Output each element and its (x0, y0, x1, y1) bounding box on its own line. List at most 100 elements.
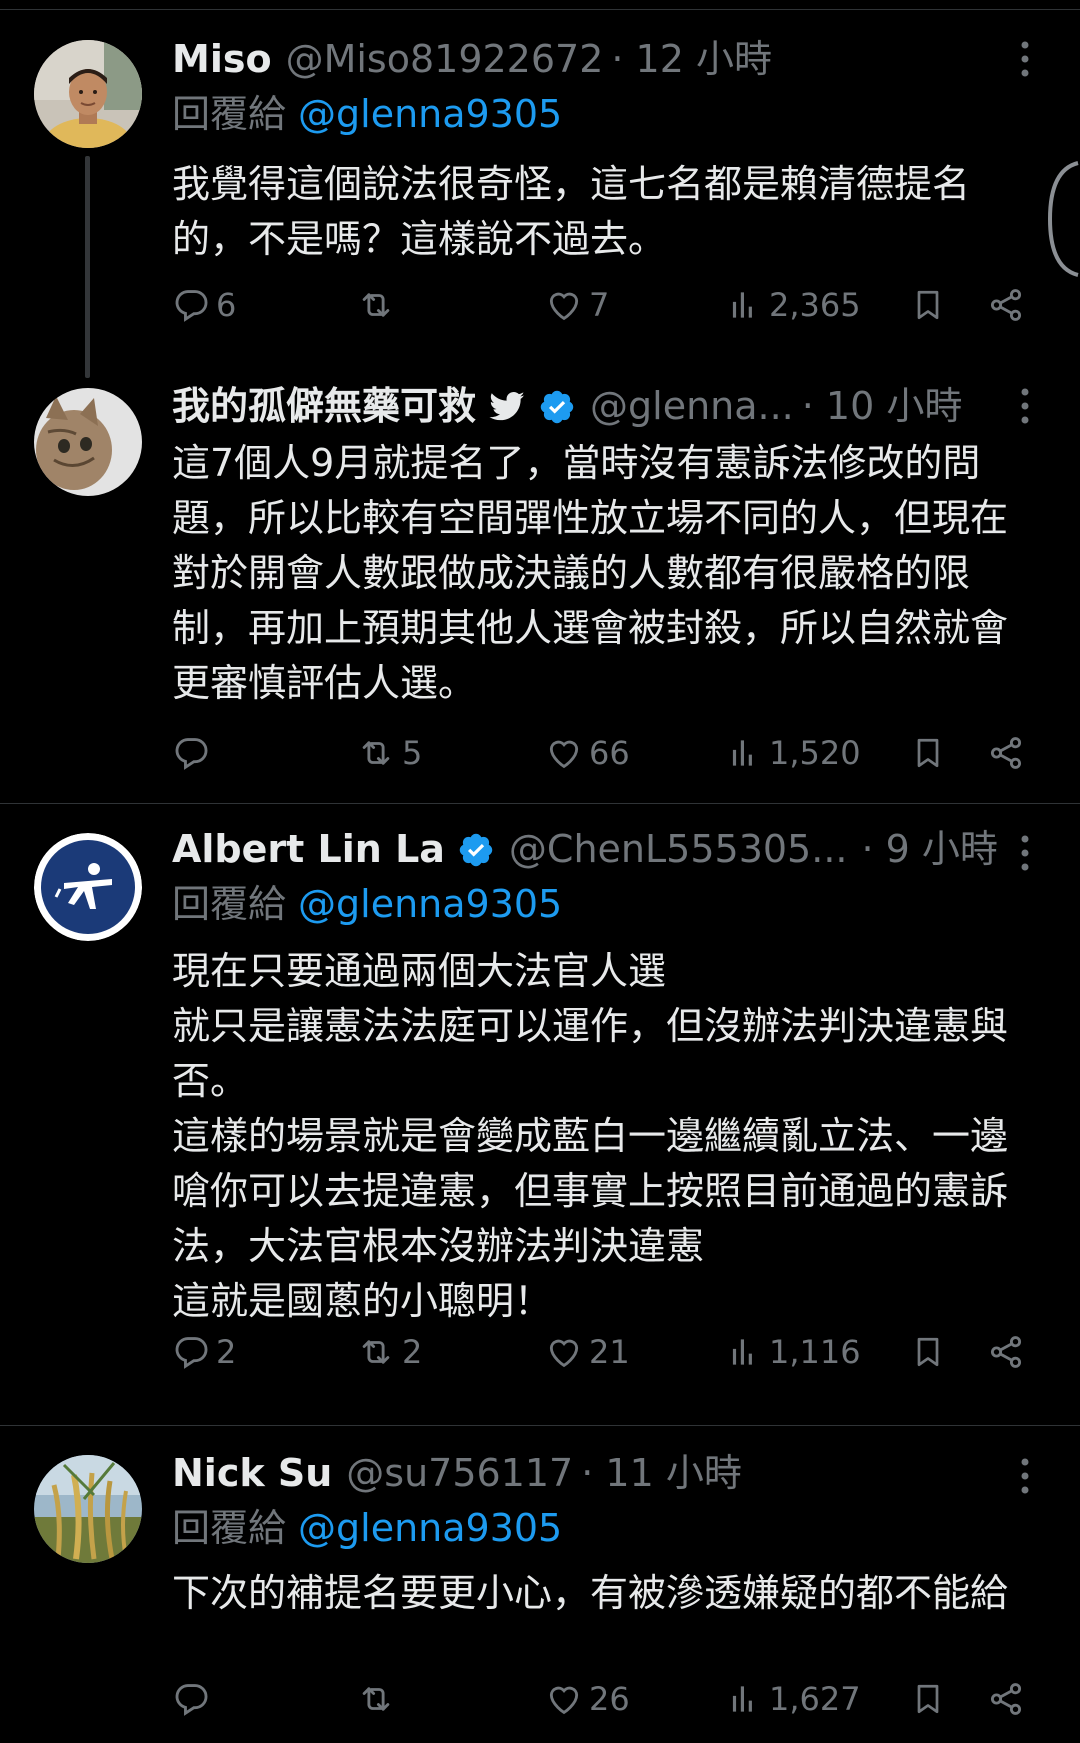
tweet-header: Nick Su @su756117 · 11 小時 (172, 1447, 742, 1499)
display-name[interactable]: 我的孤僻無藥可救 (172, 380, 476, 432)
more-icon[interactable] (1010, 33, 1040, 85)
top-divider (0, 9, 1080, 10)
timestamp[interactable]: · 9 小時 (861, 823, 997, 875)
bird-icon (488, 387, 526, 425)
bookmark-icon (910, 1679, 946, 1719)
reply-to-line: 回覆給 @glenna9305 (172, 878, 562, 930)
bookmark-icon (910, 733, 946, 773)
verified-badge-icon (538, 387, 576, 425)
heart-icon (545, 1333, 583, 1371)
reply-count: 6 (216, 286, 237, 324)
reply-to-label: 回覆給 (172, 92, 287, 136)
retweet-button[interactable] (356, 1674, 402, 1724)
retweet-button[interactable] (356, 280, 402, 330)
views-icon (725, 734, 763, 772)
tweet-action-bar: 26 1,627 (0, 1674, 1080, 1724)
bookmark-button[interactable] (910, 280, 946, 330)
timestamp[interactable]: · 12 小時 (611, 33, 772, 85)
avatar[interactable] (34, 1455, 142, 1563)
reply-icon (172, 1333, 210, 1371)
tweet-text: 我覺得這個說法很奇怪，這七名都是賴清德提名的，不是嗎？這樣說不過去。 (172, 162, 971, 261)
share-button[interactable] (987, 728, 1025, 778)
reply-to-handle[interactable]: @glenna9305 (298, 92, 562, 136)
bookmark-icon (910, 285, 946, 325)
tweet-action-bar: 5 66 1,520 (0, 728, 1080, 778)
tweet-action-bar: 2 2 21 1,116 (0, 1327, 1080, 1377)
reply-button[interactable] (172, 728, 216, 778)
views-button[interactable]: 1,627 (725, 1674, 861, 1724)
reply-count: 2 (216, 1333, 237, 1371)
more-icon[interactable] (1010, 827, 1040, 879)
views-count: 1,627 (769, 1680, 861, 1718)
timestamp[interactable]: · 10 小時 (802, 380, 963, 432)
views-count: 1,520 (769, 734, 861, 772)
retweet-icon (356, 1680, 396, 1718)
display-name[interactable]: Nick Su (172, 1447, 332, 1499)
views-count: 2,365 (769, 286, 861, 324)
share-icon (987, 1333, 1025, 1371)
views-button[interactable]: 1,116 (725, 1327, 861, 1377)
reply-button[interactable]: 6 (172, 280, 236, 330)
views-icon (725, 1680, 763, 1718)
bookmark-button[interactable] (910, 1674, 946, 1724)
heart-icon (545, 286, 583, 324)
verified-badge-icon (457, 830, 495, 868)
user-handle[interactable]: @Miso81922672 (286, 33, 604, 85)
tweet-text: 下次的補提名要更小心，有被滲透嫌疑的都不能給 (172, 1571, 1009, 1615)
tweet-text: 現在只要通過兩個大法官人選 就只是讓憲法法庭可以運作，但沒辦法判決違憲與否。 這… (172, 949, 1009, 1323)
user-handle[interactable]: @ChenL555305... (509, 823, 848, 875)
reply-to-handle[interactable]: @glenna9305 (298, 882, 562, 926)
heart-icon (545, 734, 583, 772)
avatar[interactable] (34, 40, 142, 148)
retweet-icon (356, 1333, 396, 1371)
avatar[interactable] (34, 833, 142, 941)
user-handle[interactable]: @glenna... (590, 380, 794, 432)
reply-icon (172, 734, 210, 772)
like-count: 66 (589, 734, 630, 772)
display-name[interactable]: Miso (172, 33, 272, 85)
tweet-divider (0, 1425, 1080, 1426)
tweet-header: 我的孤僻無藥可救 @glenna... · 10 小時 (172, 380, 962, 432)
more-icon[interactable] (1010, 380, 1040, 432)
share-icon (987, 1680, 1025, 1718)
share-button[interactable] (987, 1327, 1025, 1377)
timestamp[interactable]: · 11 小時 (581, 1447, 742, 1499)
user-handle[interactable]: @su756117 (346, 1447, 573, 1499)
like-button[interactable]: 21 (545, 1327, 630, 1377)
tweet-header: Albert Lin La @ChenL555305... · 9 小時 (172, 823, 998, 875)
views-button[interactable]: 1,520 (725, 728, 861, 778)
views-icon (725, 286, 763, 324)
like-count: 7 (589, 286, 610, 324)
bookmark-button[interactable] (910, 728, 946, 778)
views-count: 1,116 (769, 1333, 861, 1371)
share-icon (987, 286, 1025, 324)
share-button[interactable] (987, 280, 1025, 330)
reply-icon (172, 286, 210, 324)
display-name[interactable]: Albert Lin La (172, 823, 445, 875)
like-button[interactable]: 7 (545, 280, 609, 330)
reply-button[interactable]: 2 (172, 1327, 236, 1377)
avatar[interactable] (34, 388, 142, 496)
reply-to-line: 回覆給 @glenna9305 (172, 88, 562, 140)
reply-to-handle[interactable]: @glenna9305 (298, 1506, 562, 1550)
like-button[interactable]: 66 (545, 728, 630, 778)
views-icon (725, 1333, 763, 1371)
reply-to-label: 回覆給 (172, 1506, 287, 1550)
share-button[interactable] (987, 1674, 1025, 1724)
more-icon[interactable] (1010, 1450, 1040, 1502)
like-count: 21 (589, 1333, 630, 1371)
views-button[interactable]: 2,365 (725, 280, 861, 330)
tweet-action-bar: 6 7 2,365 (0, 280, 1080, 330)
retweet-button[interactable]: 5 (356, 728, 422, 778)
tweet-text: 這7個人9月就提名了，當時沒有憲訴法修改的問題，所以比較有空間彈性放立場不同的人… (172, 441, 1009, 705)
retweet-button[interactable]: 2 (356, 1327, 422, 1377)
reply-button[interactable] (172, 1674, 216, 1724)
reply-icon (172, 1680, 210, 1718)
tweet-divider (0, 803, 1080, 804)
scroll-handle[interactable] (1040, 160, 1080, 278)
bookmark-button[interactable] (910, 1327, 946, 1377)
retweet-icon (356, 734, 396, 772)
like-count: 26 (589, 1680, 630, 1718)
like-button[interactable]: 26 (545, 1674, 630, 1724)
heart-icon (545, 1680, 583, 1718)
